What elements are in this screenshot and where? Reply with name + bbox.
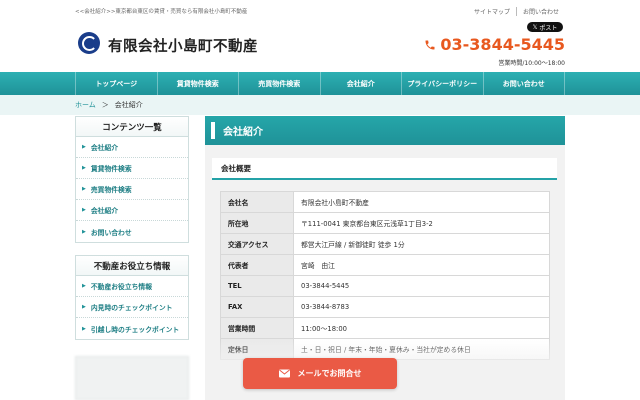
sidebar-item-moving-checkpoints[interactable]: ▶ 引越し時のチェックポイント [76,318,188,339]
row-value: 03-3844-5445 [293,275,550,297]
sidebar-item-sale[interactable]: ▶ 売買物件検索 [76,179,188,200]
nav-contact[interactable]: お問い合わせ [482,72,565,95]
arrow-icon: ▶ [82,207,86,213]
row-key: 所在地 [220,212,294,234]
company-name[interactable]: 有限会社小島町不動産 [108,35,258,56]
sidebar-item-viewing-checkpoints[interactable]: ▶ 内見時のチェックポイント [76,297,188,318]
breadcrumb-home[interactable]: ホーム [75,100,96,110]
sidebar-item-tips[interactable]: ▶ 不動産お役立ち情報 [76,276,188,297]
nav-company[interactable]: 会社紹介 [319,72,402,95]
breadcrumb: ホーム ＞ 会社紹介 [75,100,143,110]
top-links: サイトマップ お問い合わせ [468,7,565,16]
sidebar-contents-title: コンテンツ一覧 [76,117,188,137]
breadcrumb-current: 会社紹介 [114,101,143,109]
page-title: 会社紹介 [223,127,263,138]
arrow-icon: ▶ [82,186,86,192]
sitemap-link[interactable]: サイトマップ [468,7,516,16]
global-nav: トップページ 賃貸物件検索 売買物件検索 会社紹介 プライバシーポリシー お問い… [0,72,640,95]
row-value: 都営大江戸線 / 新御徒町 徒歩 1分 [293,233,550,255]
row-value: 有限会社小島町不動産 [293,191,550,213]
row-key: 代表者 [220,254,294,276]
sidebar-banner[interactable] [75,356,189,400]
row-key: FAX [220,296,294,318]
arrow-icon: ▶ [82,304,86,310]
phone-number[interactable]: 03-3844-5445 [424,35,565,54]
header-tagline: <<会社紹介>>東京都台東区の賃貸・売買なら有限会社小島町不動産 [75,9,248,15]
mail-contact-button[interactable]: メールでお問合せ [243,358,397,389]
row-value: 〒111-0041 東京都台東区元浅草1丁目3-2 [293,212,550,234]
company-logo[interactable] [78,32,100,54]
phone-icon [425,40,435,49]
x-post-label: ポスト [539,24,558,32]
nav-rental-search[interactable]: 賃貸物件検索 [156,72,239,95]
nav-sale-search[interactable]: 売買物件検索 [238,72,320,95]
row-value: 宮崎 由江 [293,254,550,276]
arrow-icon: ▶ [82,165,86,171]
row-key: 会社名 [220,191,294,213]
arrow-icon: ▶ [82,325,86,332]
sidebar-item-company-2[interactable]: ▶ 会社紹介 [76,200,188,221]
nav-privacy[interactable]: プライバシーポリシー [401,72,483,95]
table-row: 会社名 有限会社小島町不動産 [220,191,550,213]
sidebar-item-company[interactable]: ▶ 会社紹介 [76,137,188,158]
row-key: 交通アクセス [220,233,294,255]
business-hours: 営業時間/10:00〜18:00 [498,60,565,67]
arrow-icon: ▶ [82,228,86,235]
mail-contact-label: メールでお問合せ [297,369,362,378]
table-row: TEL 03-3844-5445 [220,275,550,297]
row-value: 11:00〜18:00 [293,317,550,339]
company-info-table: 会社名 有限会社小島町不動産 所在地 〒111-0041 東京都台東区元浅草1丁目3-… [220,191,550,360]
row-value: 03-3844-8783 [293,296,550,318]
sidebar-item-contact[interactable]: ▶ お問い合わせ [76,221,188,242]
nav-top[interactable]: トップページ [75,72,157,95]
sidebar-contents: コンテンツ一覧 ▶ 会社紹介 ▶ 賃貸物件検索 ▶ 売買物件検索 ▶ 会社紹介 ▶ お問い… [75,116,189,243]
table-row: 代表者 宮崎 由江 [220,254,550,276]
sidebar-tips: 不動産お役立ち情報 ▶ 不動産お役立ち情報 ▶ 内見時のチェックポイント ▶ 引越し時… [75,255,189,340]
table-row: 交通アクセス 都営大江戸線 / 新御徒町 徒歩 1分 [220,233,550,255]
breadcrumb-separator: ＞ [101,101,109,109]
x-post-button[interactable]: 𝕏 ポスト [527,22,563,32]
sidebar-item-rental[interactable]: ▶ 賃貸物件検索 [76,158,188,179]
phone-text: 03-3844-5445 [440,35,565,54]
x-icon: 𝕏 [532,23,538,31]
row-key: 営業時間 [220,317,294,339]
sidebar-tips-title: 不動産お役立ち情報 [76,256,188,276]
table-row: 所在地 〒111-0041 東京都台東区元浅草1丁目3-2 [220,212,550,234]
table-row: FAX 03-3844-8783 [220,296,550,318]
mail-icon [278,369,290,378]
arrow-icon: ▶ [82,283,86,289]
section-title: 会社概要 [212,158,557,180]
row-key: TEL [220,275,294,297]
contact-link[interactable]: お問い合わせ [515,7,565,16]
arrow-icon: ▶ [82,144,86,150]
page-title-bar: 会社紹介 [205,116,565,145]
table-row: 営業時間 11:00〜18:00 [220,317,550,339]
